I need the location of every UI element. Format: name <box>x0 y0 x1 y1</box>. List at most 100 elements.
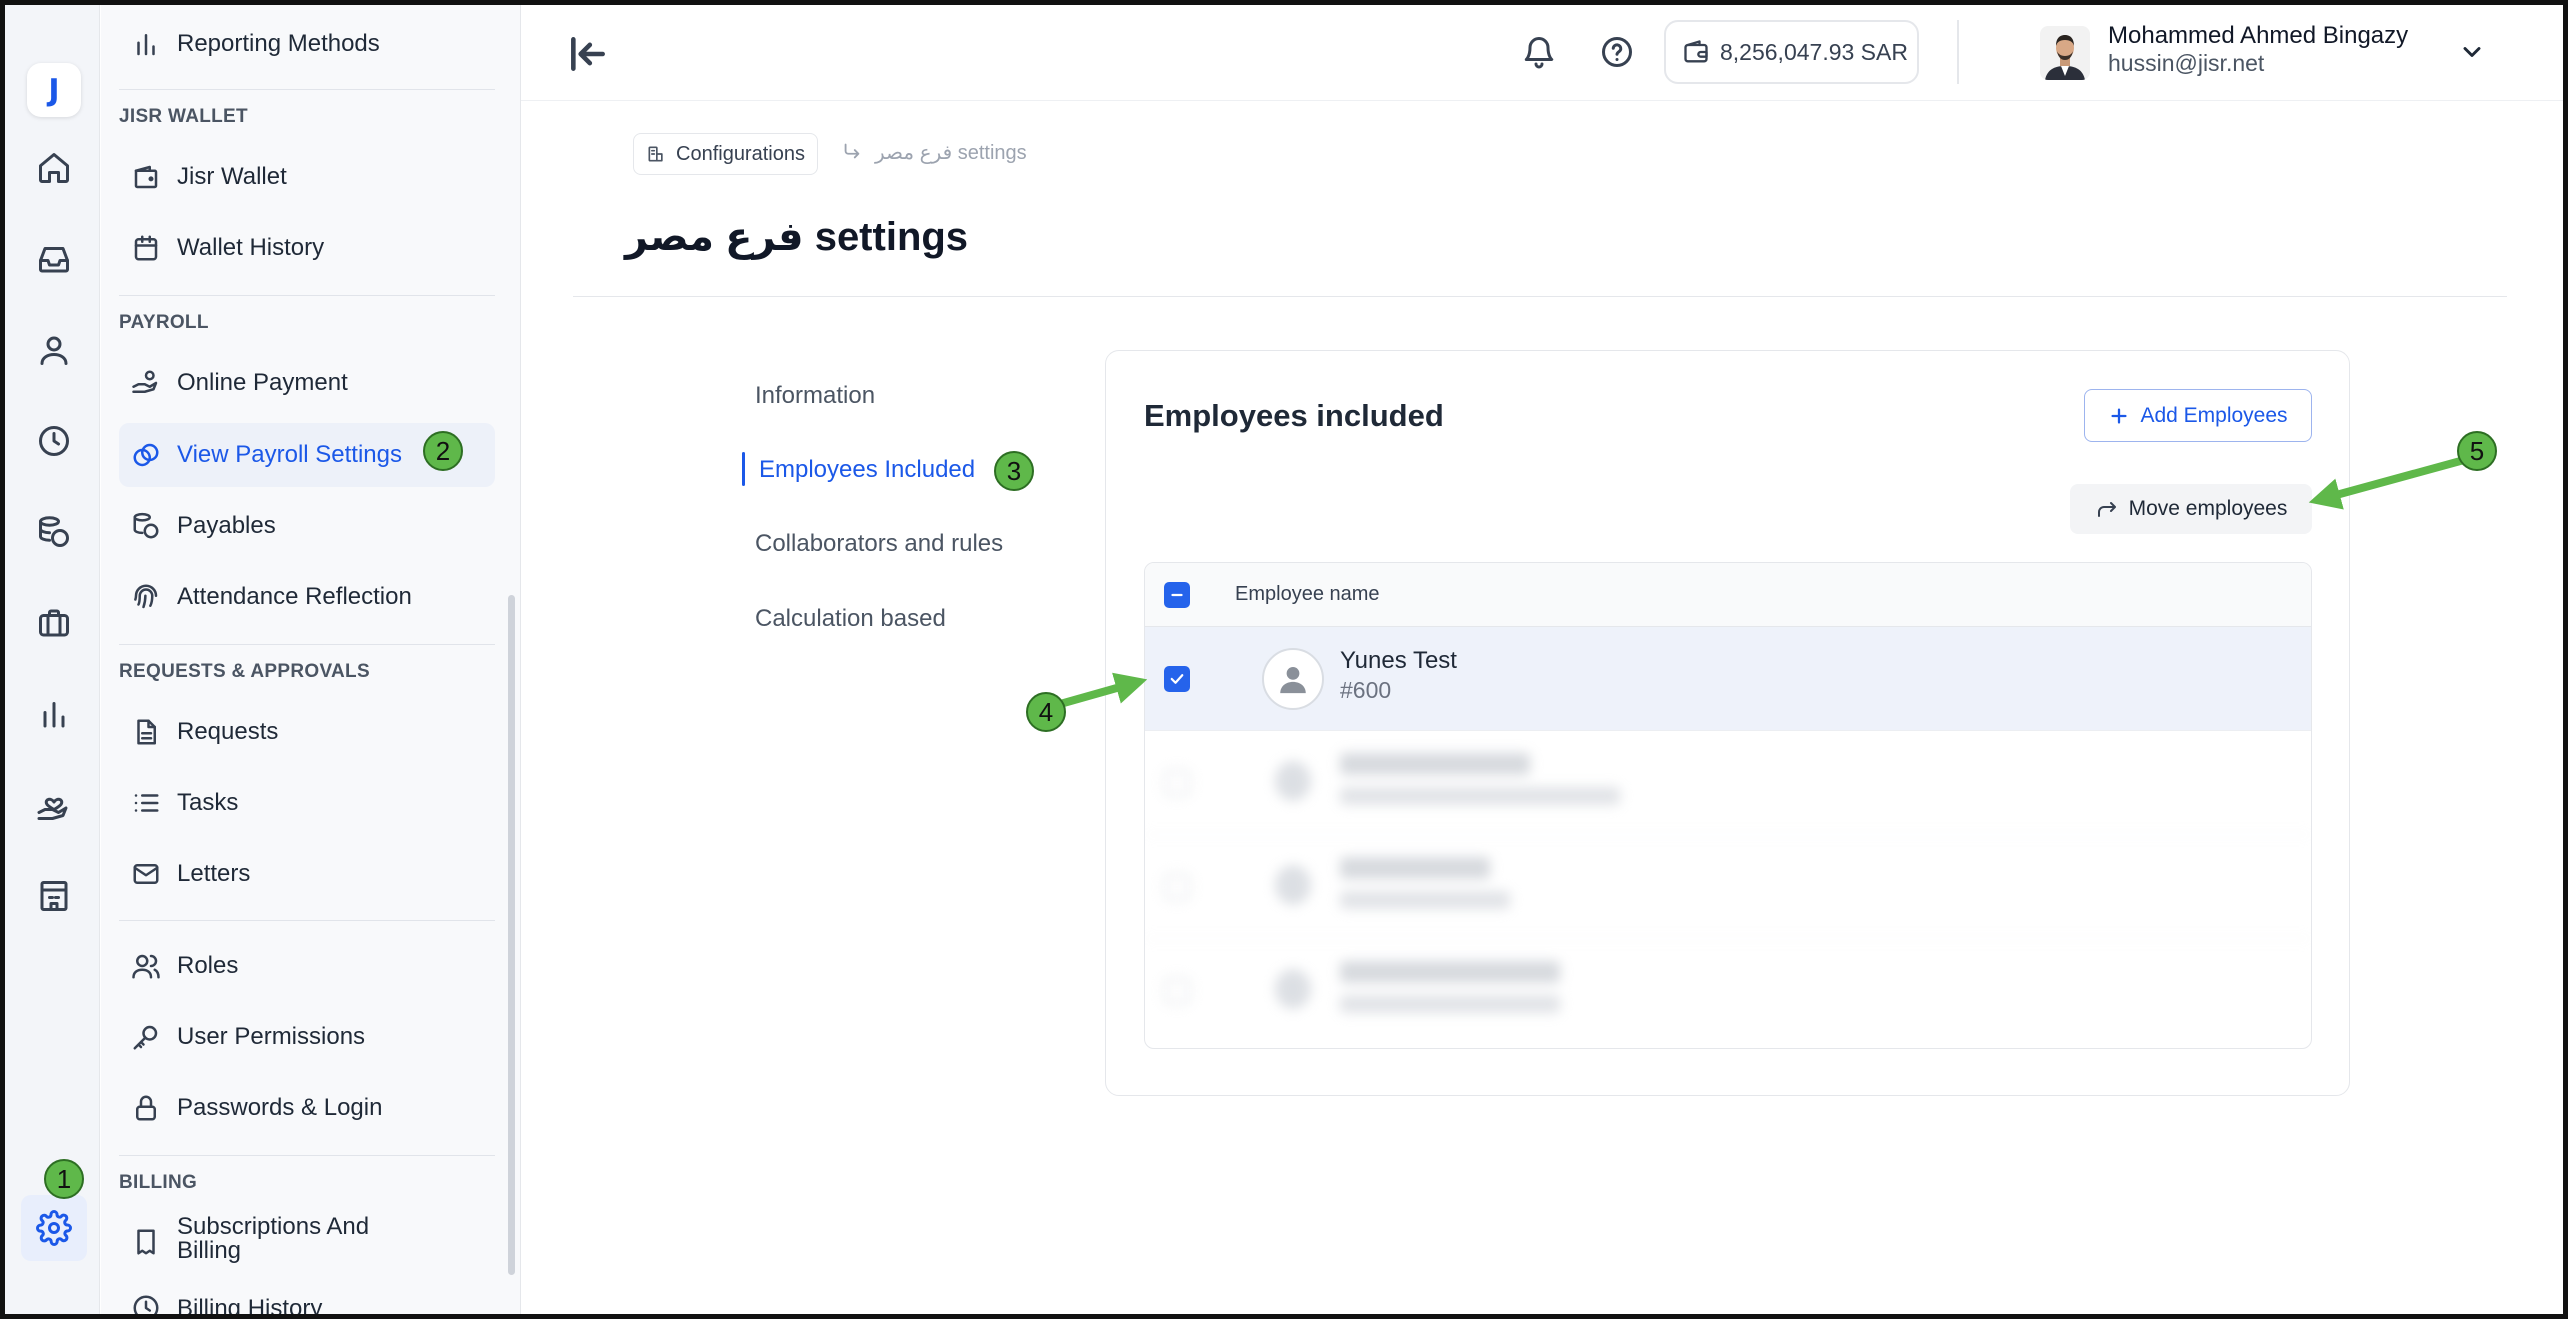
collapse-icon <box>571 37 605 71</box>
divider <box>119 295 495 296</box>
divider <box>119 644 495 645</box>
avatar[interactable] <box>2040 26 2090 80</box>
building-icon[interactable] <box>33 875 75 917</box>
breadcrumb-configurations[interactable]: Configurations <box>633 133 818 175</box>
receipt-icon <box>137 1229 155 1255</box>
divider <box>119 89 495 90</box>
tab-calculation-based[interactable]: Calculation based <box>755 605 946 633</box>
bar-chart-icon <box>137 34 155 56</box>
table-header: Employee name <box>1145 563 2311 627</box>
add-employees-button[interactable]: Add Employees <box>2084 389 2312 442</box>
sidebar-item-letters[interactable]: Letters <box>119 842 495 906</box>
select-all-checkbox[interactable] <box>1164 582 1190 608</box>
move-employees-button[interactable]: Move employees <box>2070 484 2312 534</box>
table-row[interactable] <box>1145 731 2311 835</box>
gear-icon[interactable] <box>21 1195 87 1261</box>
calendar-icon <box>134 235 158 261</box>
annotation-badge-4: 4 <box>1026 692 1066 732</box>
configurations-icon <box>648 146 663 162</box>
clock-icon[interactable] <box>33 420 75 462</box>
tab-employees-included[interactable]: Employees Included <box>759 456 975 484</box>
user-name[interactable]: Mohammed Ahmed Bingazy <box>2108 22 2408 50</box>
fingerprint-icon <box>134 584 158 609</box>
hand-heart-icon[interactable] <box>33 784 75 826</box>
title-divider <box>573 296 2507 297</box>
bell-icon[interactable] <box>1521 34 1557 70</box>
sidebar-item-billing-history[interactable]: Billing History <box>119 1289 495 1314</box>
link-icon <box>133 443 159 467</box>
key-icon <box>133 1025 158 1050</box>
coins-icon <box>133 512 159 539</box>
employee-name: Yunes Test <box>1340 647 1457 674</box>
home-icon[interactable] <box>33 147 75 189</box>
redacted-id <box>1340 995 1560 1013</box>
user-email: hussin@jisr.net <box>2108 50 2265 76</box>
users-icon <box>132 954 160 979</box>
sidebar-item-attendance-reflection[interactable]: Attendance Reflection <box>119 565 495 629</box>
employees-table: Employee name Yunes Test #600 <box>1144 562 2312 1049</box>
hand-coins-icon <box>132 370 158 393</box>
avatar <box>1262 648 1324 710</box>
avatar <box>1275 969 1311 1009</box>
history-icon <box>133 1295 159 1314</box>
section-payroll: PAYROLL <box>119 312 209 333</box>
icon-rail: J <box>5 5 100 1314</box>
annotation-badge-2: 2 <box>423 431 463 471</box>
sidebar-item-user-permissions[interactable]: User Permissions <box>119 1005 495 1069</box>
sidebar-item-subscriptions-billing[interactable]: Subscriptions And Billing <box>119 1215 495 1275</box>
sidebar-item-tasks[interactable]: Tasks <box>119 771 495 835</box>
row-checkbox[interactable] <box>1164 978 1190 1004</box>
collapse-sidebar-button[interactable] <box>566 32 610 76</box>
table-row[interactable] <box>1145 939 2311 1043</box>
sidebar-item-payables[interactable]: Payables <box>119 494 495 558</box>
header-divider-line <box>521 100 2563 101</box>
table-row[interactable] <box>1145 835 2311 939</box>
chart-icon[interactable] <box>33 693 75 735</box>
row-checkbox[interactable] <box>1164 666 1190 692</box>
redacted-id <box>1340 891 1510 909</box>
coins-icon[interactable] <box>33 511 75 553</box>
inbox-icon[interactable] <box>33 238 75 280</box>
sidebar-item-requests[interactable]: Requests <box>119 700 495 764</box>
sidebar-item-wallet-history[interactable]: Wallet History <box>119 216 495 280</box>
section-requests-approvals: REQUESTS & APPROVALS <box>119 661 370 682</box>
share-arrow-icon <box>2097 502 2116 517</box>
sidebar-item-passwords-login[interactable]: Passwords & Login <box>119 1076 495 1140</box>
divider <box>119 1155 495 1156</box>
wallet-balance-button[interactable]: 8,256,047.93 SAR <box>1664 20 1919 84</box>
divider <box>119 920 495 921</box>
redacted-name <box>1340 753 1530 775</box>
plus-icon <box>2111 407 2128 424</box>
avatar <box>1275 865 1311 905</box>
chevron-down-icon[interactable] <box>2458 38 2486 66</box>
user-icon[interactable] <box>33 329 75 371</box>
row-checkbox[interactable] <box>1164 874 1190 900</box>
redacted-name <box>1340 961 1560 983</box>
wallet-icon <box>1684 40 1708 63</box>
briefcase-icon[interactable] <box>33 602 75 644</box>
breadcrumb-arrow-icon <box>841 140 863 162</box>
check-icon <box>1170 674 1184 684</box>
active-tab-indicator <box>742 452 745 486</box>
row-checkbox[interactable] <box>1164 770 1190 796</box>
wallet-icon <box>134 165 158 189</box>
document-icon <box>137 719 156 745</box>
sidebar-item-reporting-methods[interactable]: Reporting Methods <box>119 12 495 76</box>
sidebar-item-online-payment[interactable]: Online Payment <box>119 351 495 415</box>
person-placeholder-icon <box>1280 666 1306 694</box>
tab-collaborators-and-rules[interactable]: Collaborators and rules <box>755 530 1003 558</box>
sidebar-item-roles[interactable]: Roles <box>119 934 495 998</box>
sidebar-scrollbar[interactable] <box>508 595 515 1275</box>
table-row[interactable]: Yunes Test #600 <box>1145 627 2311 731</box>
sidebar-item-jisr-wallet[interactable]: Jisr Wallet <box>119 145 495 209</box>
avatar <box>1275 761 1311 801</box>
mail-icon <box>133 864 159 884</box>
help-icon[interactable] <box>1599 34 1635 70</box>
tab-information[interactable]: Information <box>755 382 875 410</box>
app-logo[interactable]: J <box>27 63 81 117</box>
card-title: Employees included <box>1144 398 1444 433</box>
wallet-balance: 8,256,047.93 SAR <box>1720 38 1908 65</box>
annotation-badge-3: 3 <box>994 451 1034 491</box>
lock-icon <box>136 1095 156 1121</box>
breadcrumb-current: فرع مصر settings <box>875 142 1027 164</box>
